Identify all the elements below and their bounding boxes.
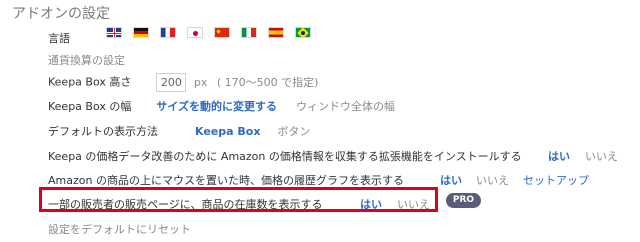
es-flag-icon[interactable] bbox=[268, 27, 284, 38]
price-data-ext-label: Keepa の価格データ改善のために Amazon の価格情報を収集する拡張機能… bbox=[48, 150, 522, 163]
box-height-unit: px bbox=[193, 75, 208, 89]
default-display-button-option[interactable]: ボタン bbox=[277, 125, 310, 138]
default-display-label: デフォルトの表示方法 bbox=[48, 125, 158, 138]
price-data-ext-yes[interactable]: はい bbox=[548, 148, 570, 164]
seller-stock-label: 一部の販売者の販売ページに、商品の在庫数を表示する bbox=[48, 198, 323, 211]
box-width-dynamic-option[interactable]: サイズを動的に変更する bbox=[156, 100, 277, 113]
hover-graph-yes[interactable]: はい bbox=[440, 172, 462, 188]
settings-title: アドオンの設定 bbox=[12, 6, 110, 22]
box-width-row: Keepa Box の幅 サイズを動的に変更する ウィンドウ全体の幅 bbox=[48, 98, 395, 114]
box-width-window-option[interactable]: ウィンドウ全体の幅 bbox=[296, 100, 395, 113]
jp-flag-icon[interactable] bbox=[187, 27, 203, 38]
fr-flag-icon[interactable] bbox=[160, 27, 176, 38]
language-flags bbox=[106, 27, 311, 38]
uk-flag-icon[interactable] bbox=[106, 27, 122, 38]
hover-graph-label: Amazon の商品の上にマウスを置いた時、価格の履歴グラフを表示する bbox=[48, 174, 404, 187]
box-height-row: Keepa Box 高さ 200 px ( 170〜500 で指定) bbox=[48, 73, 318, 92]
box-height-input[interactable]: 200 bbox=[156, 73, 187, 92]
box-height-hint: ( 170〜500 で指定) bbox=[216, 75, 319, 89]
it-flag-icon[interactable] bbox=[241, 27, 257, 38]
br-flag-icon[interactable] bbox=[295, 27, 311, 38]
box-height-label: Keepa Box 高さ bbox=[48, 75, 132, 89]
seller-stock-yes[interactable]: はい bbox=[360, 196, 382, 212]
currency-settings-link[interactable]: 通貨換算の設定 bbox=[48, 52, 125, 68]
pro-badge: PRO bbox=[446, 193, 481, 208]
cn-flag-icon[interactable] bbox=[214, 27, 230, 38]
language-label: 言語 bbox=[48, 32, 70, 45]
default-display-box-option[interactable]: Keepa Box bbox=[195, 125, 260, 138]
box-width-label: Keepa Box の幅 bbox=[48, 100, 132, 113]
hover-graph-setup-link[interactable]: セットアップ bbox=[523, 172, 589, 188]
price-data-ext-no[interactable]: いいえ bbox=[585, 148, 618, 164]
de-flag-icon[interactable] bbox=[133, 27, 149, 38]
seller-stock-no[interactable]: いいえ bbox=[397, 196, 430, 212]
hover-graph-no[interactable]: いいえ bbox=[476, 172, 509, 188]
default-display-row: デフォルトの表示方法 Keepa Box ボタン bbox=[48, 123, 310, 139]
reset-defaults-link[interactable]: 設定をデフォルトにリセット bbox=[48, 221, 191, 237]
